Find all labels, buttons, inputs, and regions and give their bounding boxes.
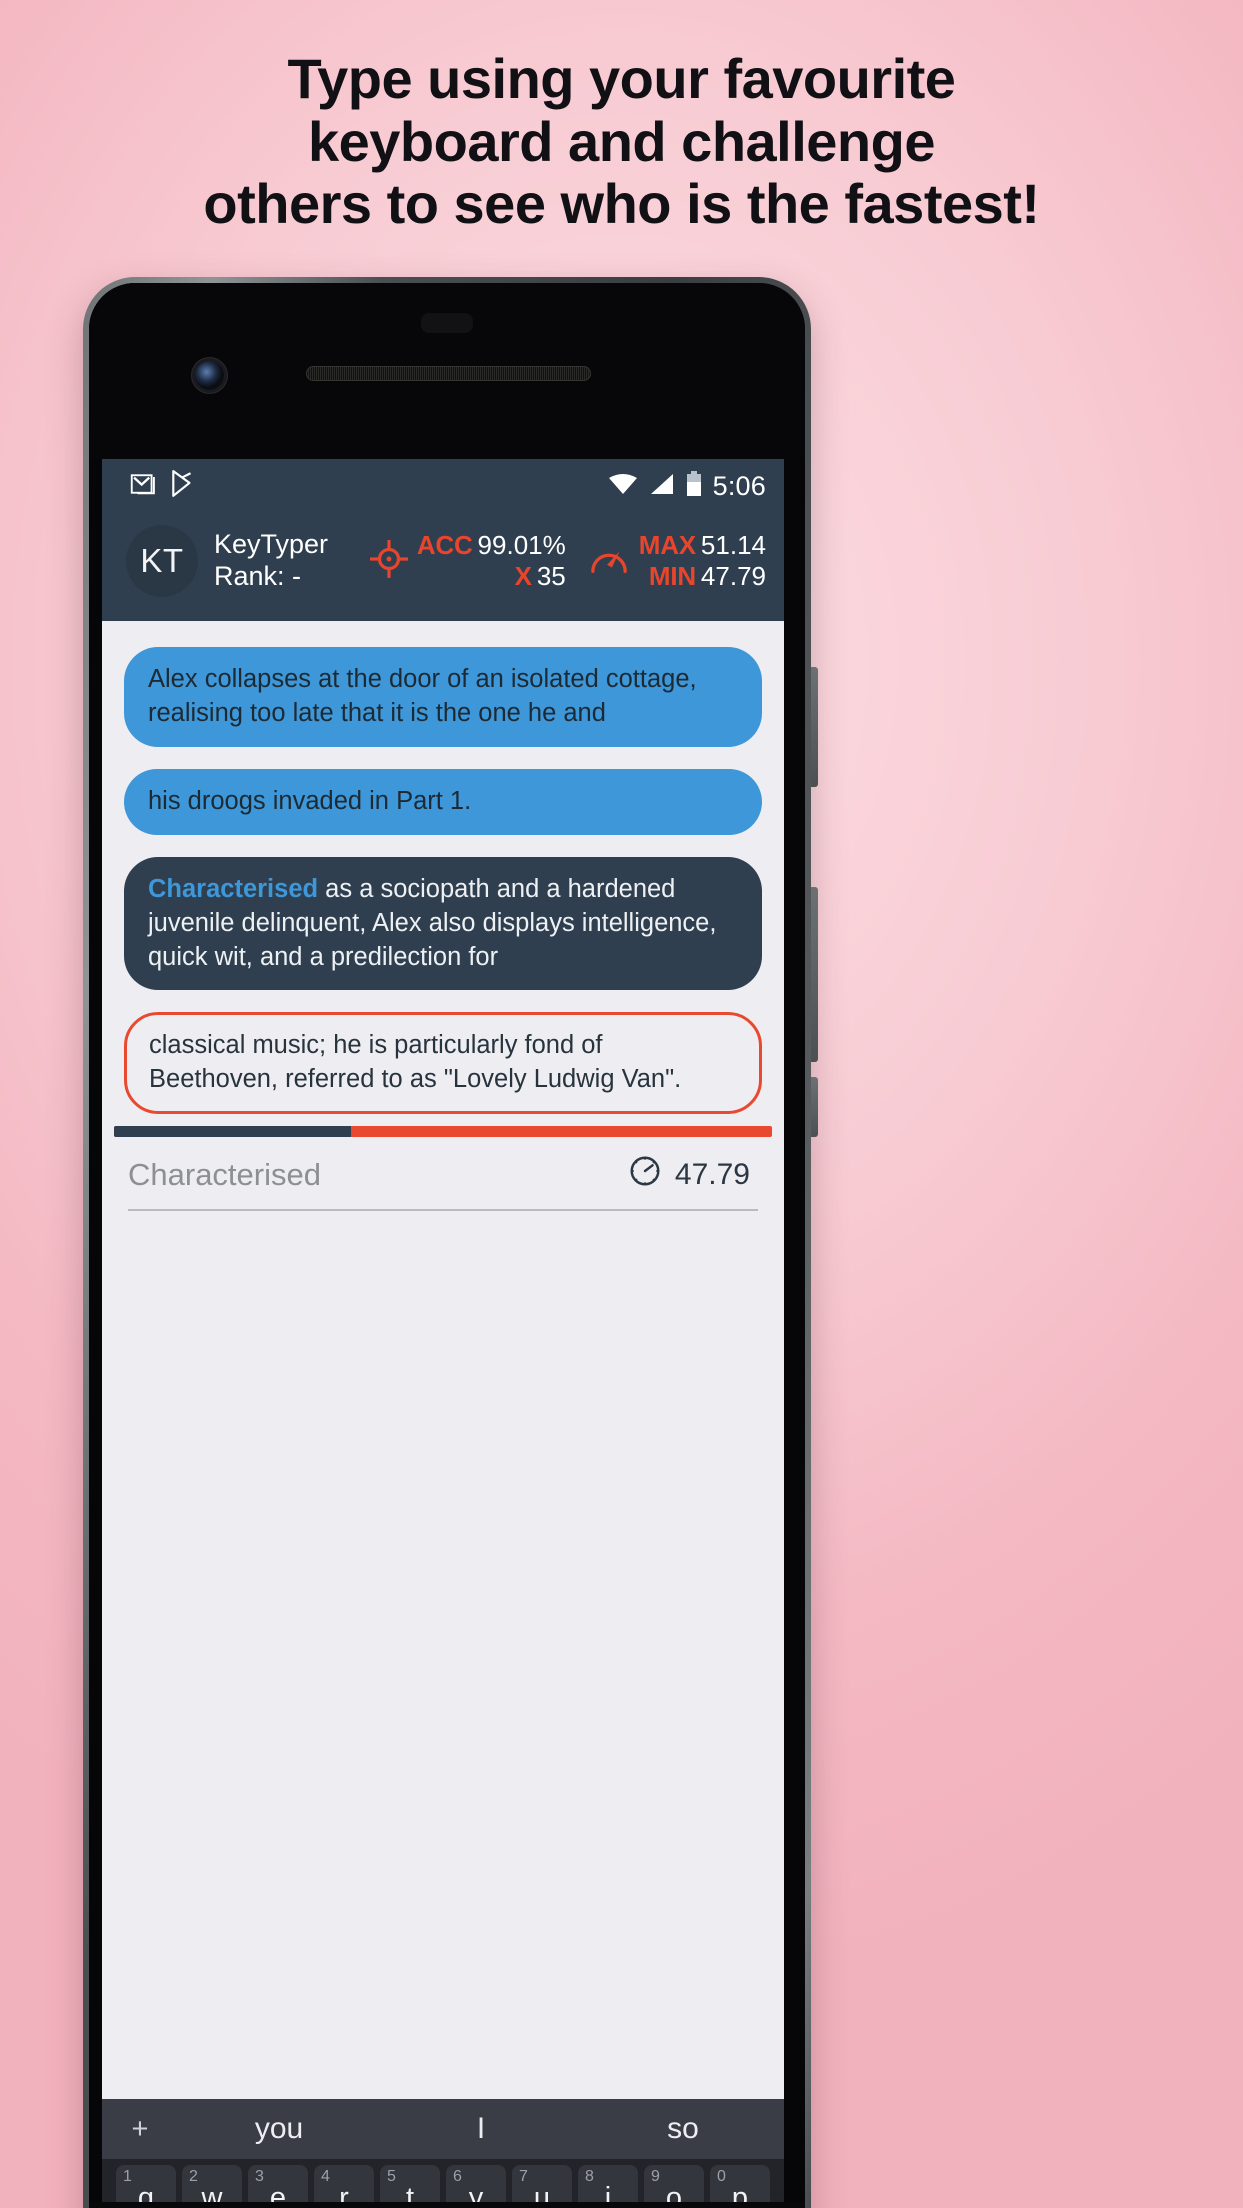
phone-mockup: 5:06 KT KeyTyper Rank: - ACC 99.01% X 35… — [83, 277, 818, 2208]
username-label: KeyTyper — [214, 529, 329, 560]
add-suggestion-button[interactable]: + — [102, 2113, 178, 2146]
wifi-icon — [608, 472, 638, 501]
speedometer-icon — [588, 540, 630, 583]
key-alt-label: 7 — [519, 2168, 528, 2185]
headline-line-2: keyboard and challenge — [308, 109, 935, 173]
suggestion-item[interactable]: I — [380, 2112, 582, 2146]
phone-chin — [89, 2202, 805, 2208]
status-bar-clock: 5:06 — [712, 470, 766, 501]
typing-text-list: Alex collapses at the door of an isolate… — [102, 621, 784, 1115]
wpm-value: 47.79 — [674, 1158, 750, 1192]
key-alt-label: 5 — [387, 2168, 396, 2185]
key-alt-label: 0 — [717, 2168, 726, 2185]
accuracy-value: 99.01% — [477, 529, 566, 560]
rank-label: Rank: - — [214, 561, 302, 591]
key-grid: 1q2w3e4r5t6y7u8i9o0p @a#s&d*f-g+h=j(k)l … — [102, 2159, 784, 2208]
headline: Type using your favourite keyboard and c… — [0, 47, 1243, 236]
android-status-bar: 5:06 — [102, 459, 784, 513]
headline-line-1: Type using your favourite — [287, 47, 956, 110]
text-bubble: his droogs invaded in Part 1. — [124, 768, 762, 835]
text-bubble: Alex collapses at the door of an isolate… — [124, 647, 762, 747]
status-bar-notifications — [130, 469, 196, 503]
app-screen: 5:06 KT KeyTyper Rank: - ACC 99.01% X 35… — [102, 459, 784, 2099]
input-underline — [128, 1209, 758, 1212]
highlighted-word: Characterised — [148, 874, 319, 903]
progress-bar-fill — [114, 1126, 351, 1138]
key-alt-label: 3 — [255, 2168, 264, 2185]
front-camera-icon — [195, 361, 224, 390]
soft-keyboard: + you I so 1q2w3e4r5t6y7u8i9o0p @a#s&d*f… — [102, 2099, 784, 2208]
speed-stat: MAX 51.14 MIN 47.79 — [588, 530, 766, 592]
min-value: 47.79 — [700, 561, 766, 591]
key-alt-label: 4 — [321, 2168, 330, 2185]
accuracy-values: ACC 99.01% X 35 — [417, 530, 566, 592]
typing-input-row[interactable]: Characterised 47.79 — [102, 1137, 784, 1197]
key-alt-label: 2 — [189, 2168, 198, 2185]
header-stats: ACC 99.01% X 35 MAX 51.14 MIN 47.79 — [369, 530, 766, 592]
user-identity: KeyTyper Rank: - — [214, 529, 328, 593]
text-bubble-active: Characterised as a sociopath and a harde… — [124, 856, 762, 991]
phone-screen-frame: 5:06 KT KeyTyper Rank: - ACC 99.01% X 35… — [89, 283, 805, 2208]
suggestion-bar: + you I so — [102, 2099, 784, 2159]
max-label: MAX — [638, 529, 696, 560]
current-wpm: 47.79 — [626, 1153, 758, 1197]
phone-side-button-mid — [811, 887, 818, 1062]
suggestion-item[interactable]: so — [582, 2112, 784, 2146]
max-speed-row: MAX 51.14 — [639, 530, 766, 561]
accuracy-label: ACC — [416, 529, 473, 560]
avatar[interactable]: KT — [126, 525, 198, 597]
status-bar-system-icons: 5:06 — [608, 470, 766, 502]
phone-side-button-top — [811, 667, 818, 787]
max-value: 51.14 — [700, 529, 766, 560]
min-label: MIN — [648, 561, 696, 591]
gmail-icon — [130, 470, 158, 503]
accuracy-stat: ACC 99.01% X 35 — [369, 530, 566, 592]
text-bubble-upcoming: classical music; he is particularly fond… — [124, 1012, 762, 1115]
promo-screenshot: Type using your favourite keyboard and c… — [0, 0, 1243, 2208]
suggestion-item[interactable]: you — [178, 2112, 380, 2146]
multiplier-label: X — [514, 561, 532, 591]
phone-forehead — [89, 283, 805, 459]
speedometer-icon — [626, 1153, 664, 1197]
typing-input[interactable]: Characterised — [128, 1157, 626, 1193]
key-alt-label: 1 — [123, 2168, 132, 2185]
multiplier-row: X 35 — [417, 561, 566, 592]
min-speed-row: MIN 47.79 — [639, 561, 766, 592]
headline-line-3: others to see who is the fastest! — [203, 172, 1040, 236]
battery-icon — [686, 470, 702, 502]
accuracy-row: ACC 99.01% — [417, 530, 566, 561]
target-icon — [369, 538, 409, 583]
key-alt-label: 6 — [453, 2168, 462, 2185]
speed-values: MAX 51.14 MIN 47.79 — [639, 530, 766, 592]
app-header: KT KeyTyper Rank: - ACC 99.01% X 35 MAX … — [102, 513, 784, 621]
earpiece-speaker — [306, 366, 591, 381]
progress-bar — [114, 1126, 772, 1138]
phone-side-button-bottom — [811, 1077, 818, 1137]
key-alt-label: 8 — [585, 2168, 594, 2185]
phone-notch — [421, 313, 473, 333]
play-store-icon — [170, 469, 196, 503]
signal-icon — [649, 472, 675, 501]
key-alt-label: 9 — [651, 2168, 660, 2185]
multiplier-value: 35 — [536, 561, 566, 591]
